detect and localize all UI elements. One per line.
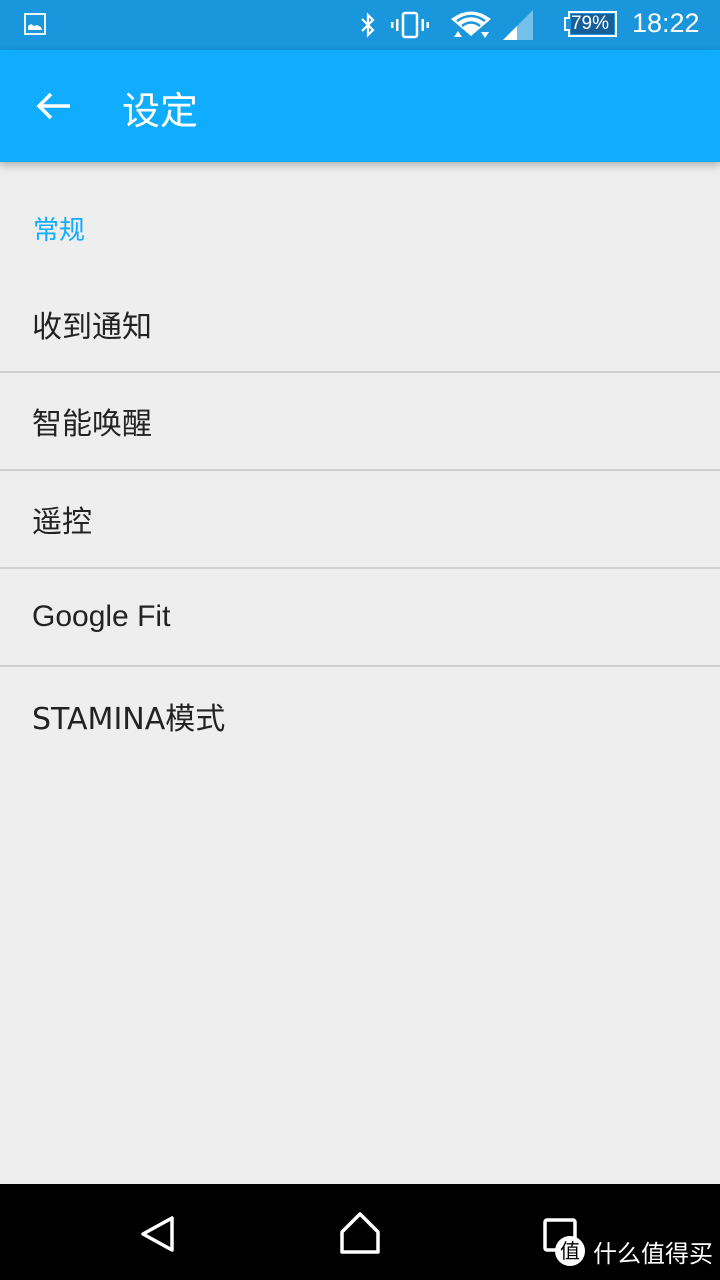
settings-item-notifications[interactable]: 收到通知 (0, 262, 720, 373)
watermark-text: 什么值得买 (593, 1239, 713, 1268)
vibrate-icon (391, 11, 429, 39)
settings-item-label: 遥控 (32, 505, 92, 540)
image-notification-icon (24, 13, 46, 35)
settings-item-label: Google Fit (32, 600, 171, 633)
status-bar: 79% 18:22 (0, 0, 720, 50)
battery-indicator: 79% (563, 11, 617, 37)
watermark: 值 什么值得买 (555, 1233, 713, 1269)
clock: 18:22 (632, 8, 700, 38)
app-bar: 设定 (0, 50, 720, 162)
page-title: 设定 (122, 89, 199, 133)
arrow-back-icon (36, 92, 70, 120)
settings-item-google-fit[interactable]: Google Fit (0, 569, 720, 667)
battery-percent: 79% (570, 13, 610, 34)
cell-signal-icon (503, 10, 533, 40)
settings-item-remote-control[interactable]: 遥控 (0, 471, 720, 569)
settings-item-label: 收到通知 (32, 309, 152, 345)
back-button[interactable] (24, 82, 72, 130)
wifi-icon (451, 11, 491, 38)
nav-back-button[interactable] (130, 1204, 190, 1264)
settings-item-label: STAMINA模式 (32, 702, 226, 737)
section-header-general: 常规 (33, 216, 86, 246)
settings-list: 常规 收到通知 智能唤醒 遥控 Google Fit STAMINA模式 (0, 162, 720, 765)
settings-item-stamina-mode[interactable]: STAMINA模式 (0, 667, 720, 765)
settings-item-label: 智能唤醒 (32, 407, 152, 442)
bluetooth-icon (361, 12, 375, 38)
home-icon (340, 1212, 380, 1254)
nav-home-button[interactable] (330, 1204, 390, 1264)
settings-item-smart-wakeup[interactable]: 智能唤醒 (0, 373, 720, 471)
back-icon (141, 1216, 174, 1252)
watermark-badge: 值 (555, 1236, 585, 1266)
